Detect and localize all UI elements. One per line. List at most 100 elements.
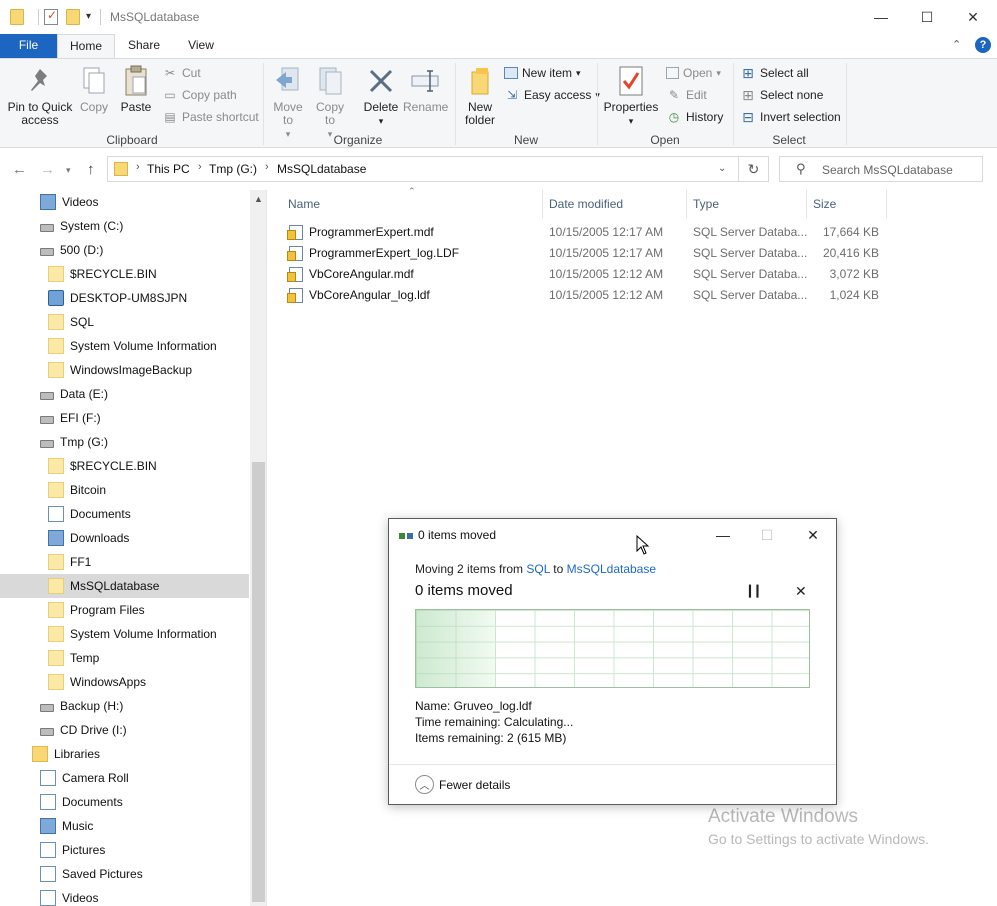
dialog-close-button[interactable]: ✕: [793, 523, 833, 547]
nav-item[interactable]: Downloads: [0, 526, 249, 550]
nav-item[interactable]: Temp: [0, 646, 249, 670]
select-all-button[interactable]: ⊞ Select all: [740, 63, 809, 83]
breadcrumb-tmp-g[interactable]: Tmp (G:): [209, 162, 257, 176]
breadcrumb-this-pc[interactable]: This PC: [147, 162, 190, 176]
file-row[interactable]: VbCoreAngular_log.ldf 10/15/2005 12:12 AM…: [285, 285, 885, 306]
nav-item[interactable]: Music: [0, 814, 249, 838]
copy-path-button[interactable]: ▭ Copy path: [162, 85, 236, 105]
tab-file[interactable]: File: [0, 34, 57, 58]
nav-item[interactable]: Data (E:): [0, 382, 249, 406]
recent-locations-chevron-icon[interactable]: ▾: [66, 165, 71, 176]
new-folder-button[interactable]: New folder: [460, 63, 500, 127]
file-row[interactable]: VbCoreAngular.mdf 10/15/2005 12:12 AM SQL …: [285, 264, 885, 285]
tab-home[interactable]: Home: [57, 34, 115, 58]
nav-scrollbar-thumb[interactable]: [252, 462, 265, 902]
nav-item[interactable]: Saved Pictures: [0, 862, 249, 886]
move-to-button[interactable]: Move to ▾: [268, 63, 308, 141]
nav-item[interactable]: Documents: [0, 502, 249, 526]
source-folder-link[interactable]: SQL: [526, 562, 550, 576]
minimize-button[interactable]: —: [858, 0, 904, 34]
column-header-size[interactable]: Size: [813, 197, 836, 211]
nav-item[interactable]: $RECYCLE.BIN: [0, 454, 249, 478]
address-dropdown-chevron-icon[interactable]: ⌄: [718, 163, 726, 174]
history-button[interactable]: ◷ History: [666, 107, 724, 127]
nav-item[interactable]: EFI (F:): [0, 406, 249, 430]
column-separator[interactable]: [686, 190, 687, 218]
copy-to-button[interactable]: Copy to ▾: [310, 63, 350, 141]
nav-item[interactable]: WindowsImageBackup: [0, 358, 249, 382]
nav-item[interactable]: $RECYCLE.BIN: [0, 262, 249, 286]
tab-share[interactable]: Share: [118, 34, 170, 58]
new-item-button[interactable]: New item ▾: [504, 63, 581, 83]
cancel-operation-button[interactable]: ✕: [795, 583, 807, 600]
delete-button[interactable]: Delete ▾: [361, 63, 401, 128]
invert-selection-button[interactable]: ⊟ Invert selection: [740, 107, 841, 127]
nav-item[interactable]: MsSQLdatabase: [0, 574, 249, 598]
nav-item[interactable]: FF1: [0, 550, 249, 574]
rename-button[interactable]: Rename: [403, 63, 448, 114]
nav-item[interactable]: Libraries: [0, 742, 249, 766]
rename-icon: [409, 65, 441, 97]
nav-item[interactable]: Program Files: [0, 598, 249, 622]
copy-button[interactable]: Copy: [76, 63, 112, 114]
destination-folder-link[interactable]: MsSQLdatabase: [567, 562, 656, 576]
nav-item[interactable]: System (C:): [0, 214, 249, 238]
search-input[interactable]: ⚲ Search MsSQLdatabase: [779, 156, 983, 182]
nav-item[interactable]: 500 (D:): [0, 238, 249, 262]
nav-item[interactable]: CD Drive (I:): [0, 718, 249, 742]
nav-item[interactable]: Backup (H:): [0, 694, 249, 718]
nav-item-label: FF1: [70, 555, 92, 569]
nav-item[interactable]: Tmp (G:): [0, 430, 249, 454]
dialog-minimize-button[interactable]: —: [703, 523, 743, 547]
help-icon[interactable]: ?: [975, 37, 991, 53]
folder-icon: [48, 578, 64, 594]
file-row[interactable]: ProgrammerExpert.mdf 10/15/2005 12:17 AM S…: [285, 222, 885, 243]
column-separator[interactable]: [886, 190, 887, 218]
nav-item[interactable]: WindowsApps: [0, 670, 249, 694]
nav-item[interactable]: System Volume Information: [0, 622, 249, 646]
file-date-modified: 10/15/2005 12:12 AM: [549, 288, 664, 302]
forward-arrow-icon[interactable]: →: [40, 161, 55, 178]
properties-quick-icon[interactable]: ✓: [44, 8, 58, 25]
column-separator[interactable]: [542, 190, 543, 218]
properties-button[interactable]: Properties ▾: [602, 63, 660, 128]
nav-item[interactable]: Pictures: [0, 838, 249, 862]
nav-item[interactable]: Camera Roll: [0, 766, 249, 790]
nav-item[interactable]: Documents: [0, 790, 249, 814]
edit-button[interactable]: ✎ Edit: [666, 85, 707, 105]
tab-view[interactable]: View: [175, 34, 227, 58]
pin-to-quick-access-button[interactable]: Pin to Quick access: [4, 63, 76, 127]
refresh-icon[interactable]: ↻: [739, 156, 769, 182]
column-header-name[interactable]: Name: [288, 197, 320, 211]
nav-item[interactable]: DESKTOP-UM8SJPN: [0, 286, 249, 310]
nav-item[interactable]: System Volume Information: [0, 334, 249, 358]
new-folder-quick-icon[interactable]: [66, 9, 80, 25]
close-button[interactable]: ✕: [950, 0, 996, 34]
fewer-details-button[interactable]: Fewer details: [439, 778, 510, 792]
scroll-up-chevron-icon[interactable]: ▲: [254, 194, 263, 204]
paste-shortcut-button[interactable]: ▤ Paste shortcut: [162, 107, 258, 127]
pause-button[interactable]: ▎▎: [749, 585, 765, 598]
column-header-date-modified[interactable]: Date modified: [549, 197, 623, 211]
nav-item[interactable]: Bitcoin: [0, 478, 249, 502]
customize-quick-access-icon[interactable]: ▾: [86, 11, 100, 27]
back-arrow-icon[interactable]: ←: [12, 161, 27, 178]
new-item-icon: [504, 67, 518, 79]
file-row[interactable]: ProgrammerExpert_log.LDF 10/15/2005 12:17…: [285, 243, 885, 264]
select-none-button[interactable]: ⊞ Select none: [740, 85, 823, 105]
paste-button[interactable]: Paste: [118, 63, 154, 114]
chevron-up-icon[interactable]: ︿: [415, 775, 434, 794]
collapse-ribbon-icon[interactable]: ⌃: [952, 38, 961, 51]
open-button[interactable]: Open ▾: [666, 63, 721, 83]
nav-item[interactable]: Videos: [0, 190, 249, 214]
up-arrow-icon[interactable]: ↑: [87, 161, 95, 178]
nav-item[interactable]: SQL: [0, 310, 249, 334]
column-header-type[interactable]: Type: [693, 197, 719, 211]
address-bar[interactable]: › This PC › Tmp (G:) › MsSQLdatabase ⌄: [107, 156, 739, 182]
nav-item[interactable]: Videos: [0, 886, 249, 906]
maximize-button[interactable]: ☐: [904, 0, 950, 34]
breadcrumb-mssqldatabase[interactable]: MsSQLdatabase: [277, 162, 366, 176]
column-separator[interactable]: [806, 190, 807, 218]
cut-button[interactable]: ✂ Cut: [162, 63, 201, 83]
easy-access-button[interactable]: ⇲ Easy access▾: [504, 85, 600, 105]
